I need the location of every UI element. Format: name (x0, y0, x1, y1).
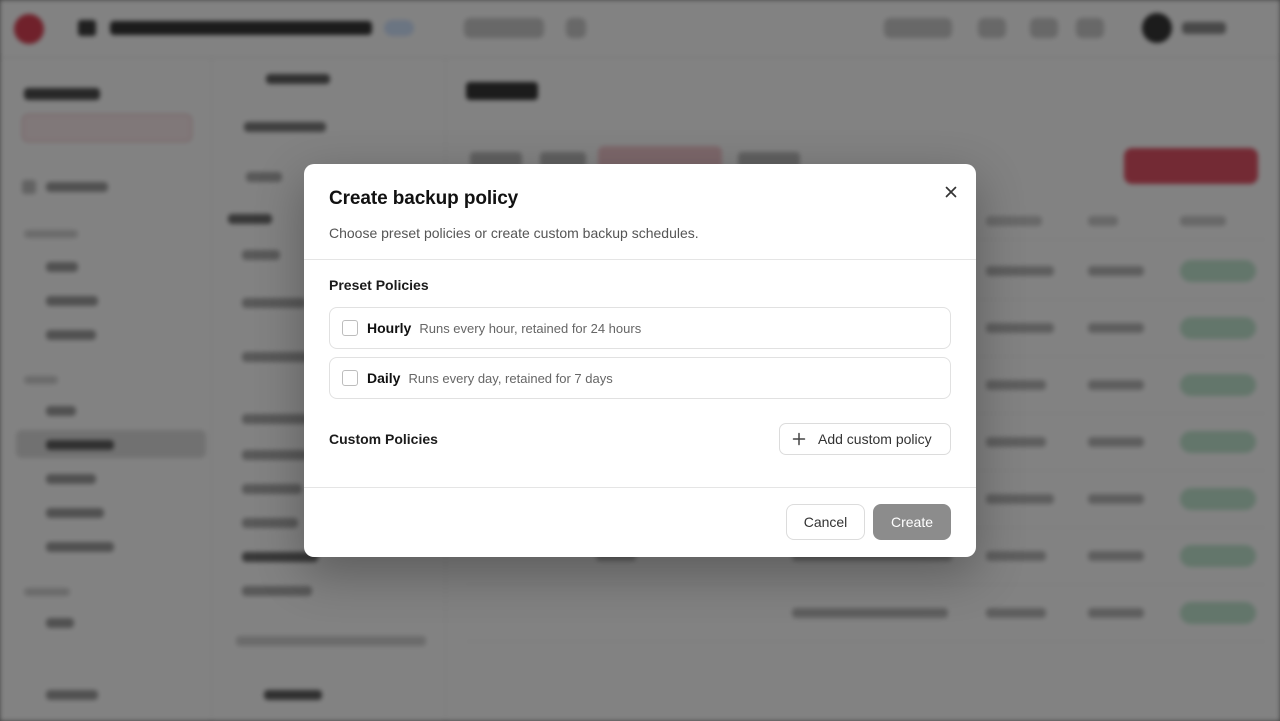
add-custom-policy-label: Add custom policy (818, 431, 932, 447)
dialog-footer: Cancel Create (304, 487, 976, 557)
policy-description: Runs every day, retained for 7 days (408, 370, 613, 386)
add-custom-policy-button[interactable]: Add custom policy (779, 423, 951, 455)
preset-policy-hourly[interactable]: Hourly Runs every hour, retained for 24 … (329, 307, 951, 349)
dialog-title: Create backup policy (329, 188, 519, 209)
cancel-button[interactable]: Cancel (786, 504, 865, 540)
hourly-checkbox[interactable] (342, 320, 358, 336)
daily-checkbox[interactable] (342, 370, 358, 386)
dialog-header: Create backup policy Choose preset polic… (304, 164, 976, 260)
custom-policies-label: Custom Policies (329, 431, 438, 447)
close-button[interactable] (938, 179, 964, 205)
dialog-description: Choose preset policies or create custom … (329, 225, 699, 241)
policy-name: Hourly (367, 320, 412, 336)
create-backup-policy-dialog: Create backup policy Choose preset polic… (304, 164, 976, 557)
preset-policies-label: Preset Policies (329, 277, 429, 293)
policy-description: Runs every hour, retained for 24 hours (419, 320, 642, 336)
create-button[interactable]: Create (873, 504, 951, 540)
close-icon (945, 186, 957, 198)
preset-policy-daily[interactable]: Daily Runs every day, retained for 7 day… (329, 357, 951, 399)
policy-name: Daily (367, 370, 401, 386)
plus-icon (792, 432, 806, 446)
